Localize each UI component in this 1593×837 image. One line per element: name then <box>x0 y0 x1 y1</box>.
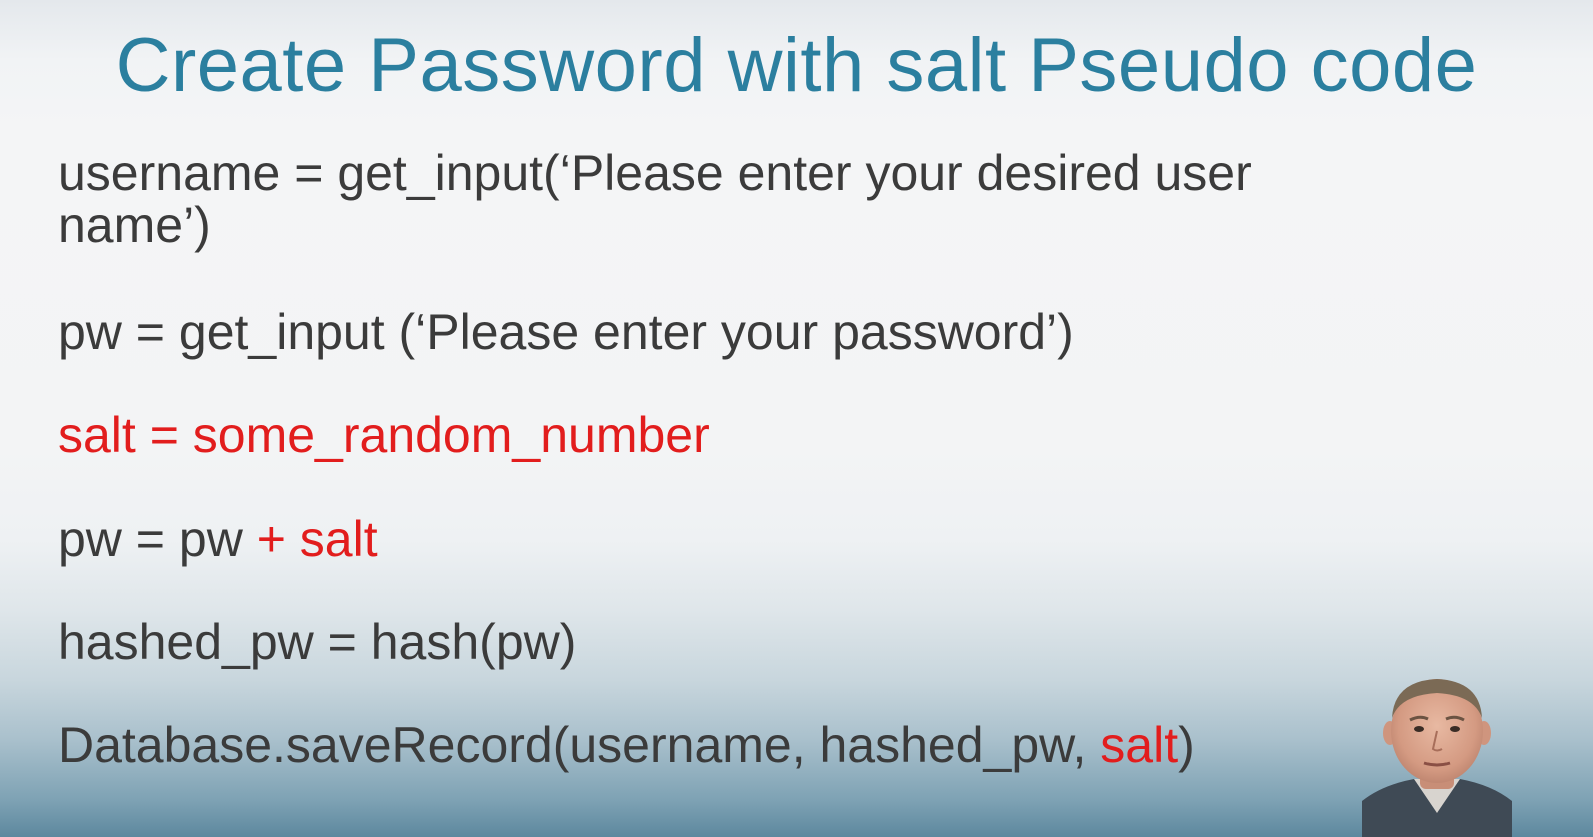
code-line-hash: hashed_pw = hash(pw) <box>58 615 576 669</box>
code-line-save-record: Database.saveRecord(username, hashed_pw,… <box>58 718 1195 772</box>
presenter-video <box>1362 673 1512 837</box>
code-text-highlight: salt <box>1100 717 1179 773</box>
code-text: pw = pw <box>58 511 257 567</box>
code-text: name’) <box>58 197 211 253</box>
code-line-username: username = get_input(‘Please enter your … <box>58 146 1252 200</box>
code-line-password: pw = get_input (‘Please enter your passw… <box>58 305 1074 359</box>
code-line-append-salt: pw = pw + salt <box>58 512 378 566</box>
code-text-highlight: salt = some_random_number <box>58 407 710 463</box>
code-text: username = get_input(‘Please enter your … <box>58 145 1252 201</box>
code-text: ) <box>1178 717 1195 773</box>
code-line-salt: salt = some_random_number <box>58 408 710 462</box>
slide: Create Password with salt Pseudo code us… <box>0 0 1593 837</box>
code-line-username-continued: name’) <box>58 198 211 252</box>
code-text-highlight: + salt <box>256 511 378 567</box>
slide-title: Create Password with salt Pseudo code <box>115 23 1478 108</box>
code-text: pw = get_input (‘Please enter your passw… <box>58 304 1074 360</box>
code-text: Database.saveRecord(username, hashed_pw, <box>58 717 1101 773</box>
code-text: hashed_pw = hash(pw) <box>58 614 577 670</box>
presenter-image <box>1362 679 1512 837</box>
